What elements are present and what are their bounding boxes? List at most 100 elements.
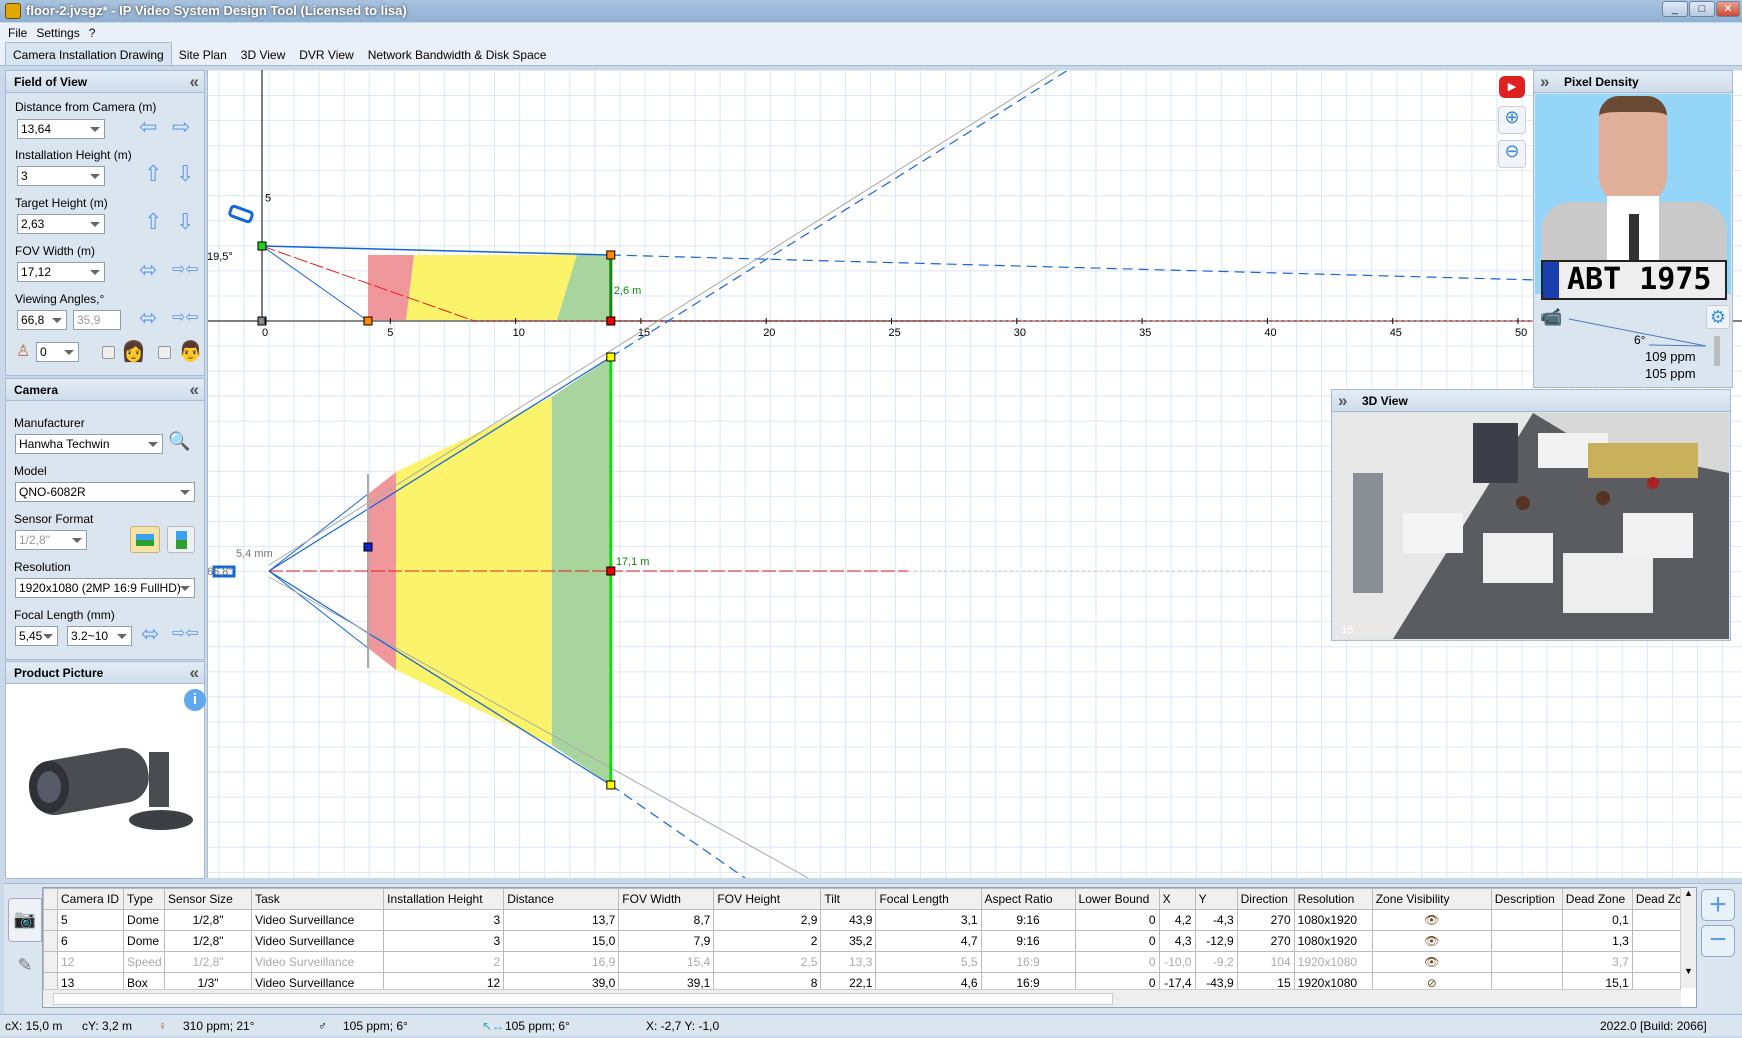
row-selector[interactable]: [43, 930, 58, 952]
info-icon[interactable]: i: [184, 689, 206, 711]
menu-file[interactable]: File: [8, 26, 27, 40]
cell-dir[interactable]: 104: [1236, 951, 1295, 973]
cell-task[interactable]: Video Surveillance: [251, 951, 385, 973]
cell-fov_h[interactable]: 2,9: [713, 909, 822, 931]
eye-hidden-icon[interactable]: ⊘: [1427, 976, 1437, 990]
minimize-button[interactable]: _: [1662, 1, 1688, 17]
cell-distance[interactable]: 16,9: [503, 951, 620, 973]
zoom-out-icon[interactable]: ⊖: [1498, 140, 1526, 168]
cell-dead[interactable]: 0,1: [1561, 909, 1633, 931]
fov-width-combo[interactable]: 17,12: [17, 262, 105, 282]
cell-focal[interactable]: 5,5: [875, 951, 982, 973]
eye-icon[interactable]: 👁: [1424, 913, 1439, 927]
cell-dead-zone-2[interactable]: [1631, 909, 1682, 931]
column-header[interactable]: Description: [1490, 888, 1563, 910]
cell-type[interactable]: Speed: [123, 951, 166, 973]
cell-aspect[interactable]: 9:16: [980, 930, 1076, 952]
cell-sensor[interactable]: 1/2,8": [164, 930, 253, 952]
cell-tilt[interactable]: 13,3: [820, 951, 877, 973]
cameras-list-tab-icon[interactable]: 📷: [8, 898, 42, 942]
resolution-combo[interactable]: 1920x1080 (2MP 16:9 FullHD): [15, 578, 195, 598]
column-header[interactable]: X: [1158, 888, 1196, 910]
cell-height[interactable]: 2: [383, 951, 505, 973]
maximize-button[interactable]: □: [1689, 1, 1715, 17]
close-button[interactable]: ✕: [1716, 1, 1740, 17]
column-header[interactable]: Dead Zone: [1561, 888, 1633, 910]
column-header[interactable]: Tilt: [820, 888, 877, 910]
cell-distance[interactable]: 15,0: [503, 930, 620, 952]
cell-focal[interactable]: 3,1: [875, 909, 982, 931]
cell-res[interactable]: 1920x1080: [1293, 951, 1373, 973]
cell-y[interactable]: -12,9: [1194, 930, 1238, 952]
column-header[interactable]: Focal Length: [875, 888, 982, 910]
widen-icon[interactable]: ⬄: [141, 623, 159, 645]
table-row[interactable]: 6 Dome 1/2,8" Video Surveillance 3 15,0 7,9 2 35…: [43, 930, 1682, 952]
cell-type[interactable]: Dome: [123, 930, 166, 952]
add-camera-button[interactable]: +: [1701, 889, 1735, 921]
column-header[interactable]: Resolution: [1293, 888, 1373, 910]
focal-length-combo[interactable]: 5,45: [15, 626, 58, 646]
tab-3d-view[interactable]: 3D View: [234, 43, 292, 65]
cell-lower[interactable]: 0: [1074, 951, 1160, 973]
male-checkbox[interactable]: [158, 346, 171, 359]
arrow-down-icon[interactable]: ⇩: [176, 211, 194, 233]
collapse-icon[interactable]: «: [190, 380, 200, 400]
arrow-down-icon[interactable]: ⇩: [176, 163, 194, 185]
cell-type[interactable]: Dome: [123, 909, 166, 931]
install-height-combo[interactable]: 3: [17, 166, 105, 186]
column-header[interactable]: FOV Width: [618, 888, 715, 910]
cell-desc[interactable]: [1490, 951, 1563, 973]
cell-y[interactable]: -9,2: [1194, 951, 1238, 973]
horizontal-scrollbar[interactable]: [43, 989, 1681, 1007]
arrow-up-icon[interactable]: ⇧: [144, 163, 162, 185]
cell-lower[interactable]: 0: [1074, 909, 1160, 931]
offset-combo[interactable]: 0: [36, 342, 79, 362]
tab-camera-installation-drawing[interactable]: Camera Installation Drawing: [5, 42, 172, 65]
database-search-icon[interactable]: 🔍: [168, 431, 190, 452]
focal-range-combo[interactable]: 3.2~10: [67, 626, 132, 646]
row-selector[interactable]: [43, 951, 58, 973]
column-header[interactable]: FOV Height: [713, 888, 822, 910]
column-header[interactable]: Installation Height: [383, 888, 505, 910]
row-selector[interactable]: [43, 909, 58, 931]
cell-vis[interactable]: 👁: [1371, 909, 1492, 931]
tab-dvr-view[interactable]: DVR View: [292, 43, 360, 65]
eye-icon[interactable]: 👁: [1424, 934, 1439, 948]
column-header[interactable]: Type: [123, 888, 166, 910]
expand-icon[interactable]: »: [1540, 72, 1550, 92]
target-height-combo[interactable]: 2,63: [17, 214, 105, 234]
narrow-icon[interactable]: ⇨⇦: [172, 260, 199, 280]
collapse-icon[interactable]: «: [190, 663, 200, 683]
arrow-right-icon[interactable]: ⇨: [172, 116, 190, 138]
cell-vis[interactable]: 👁: [1371, 951, 1492, 973]
cell-res[interactable]: 1080x1920: [1293, 930, 1373, 952]
cell-focal[interactable]: 4,7: [875, 930, 982, 952]
cell-sensor[interactable]: 1/2,8": [164, 951, 253, 973]
column-header[interactable]: Lower Bound: [1074, 888, 1160, 910]
table-row[interactable]: 5 Dome 1/2,8" Video Surveillance 3 13,7 8,7 2,9…: [43, 909, 1682, 931]
cell-id[interactable]: 12: [56, 951, 125, 973]
cell-tilt[interactable]: 35,2: [820, 930, 877, 952]
cables-list-tab-icon[interactable]: ✎: [8, 945, 42, 989]
remove-camera-button[interactable]: −: [1701, 925, 1735, 957]
cell-aspect[interactable]: 9:16: [980, 909, 1076, 931]
cell-x[interactable]: 4,2: [1158, 909, 1196, 931]
cell-x[interactable]: -10,0: [1158, 951, 1196, 973]
youtube-icon[interactable]: ▶: [1499, 76, 1525, 98]
cell-y[interactable]: -4,3: [1194, 909, 1238, 931]
zoom-in-icon[interactable]: ⊕: [1498, 106, 1526, 134]
cell-dead[interactable]: 3,7: [1561, 951, 1633, 973]
manufacturer-combo[interactable]: Hanwha Techwin: [15, 434, 163, 454]
model-combo[interactable]: QNO-6082R: [15, 482, 195, 502]
cell-dir[interactable]: 270: [1236, 930, 1295, 952]
cell-res[interactable]: 1080x1920: [1293, 909, 1373, 931]
tab-site-plan[interactable]: Site Plan: [172, 43, 234, 65]
cell-distance[interactable]: 13,7: [503, 909, 620, 931]
column-header[interactable]: Direction: [1236, 888, 1295, 910]
narrow-icon[interactable]: ⇨⇦: [172, 624, 199, 644]
cell-tilt[interactable]: 43,9: [820, 909, 877, 931]
arrow-left-icon[interactable]: ⇦: [139, 116, 157, 138]
column-header[interactable]: Aspect Ratio: [980, 888, 1076, 910]
widen-icon[interactable]: ⬄: [139, 307, 157, 329]
column-header[interactable]: Zone Visibility: [1371, 888, 1492, 910]
